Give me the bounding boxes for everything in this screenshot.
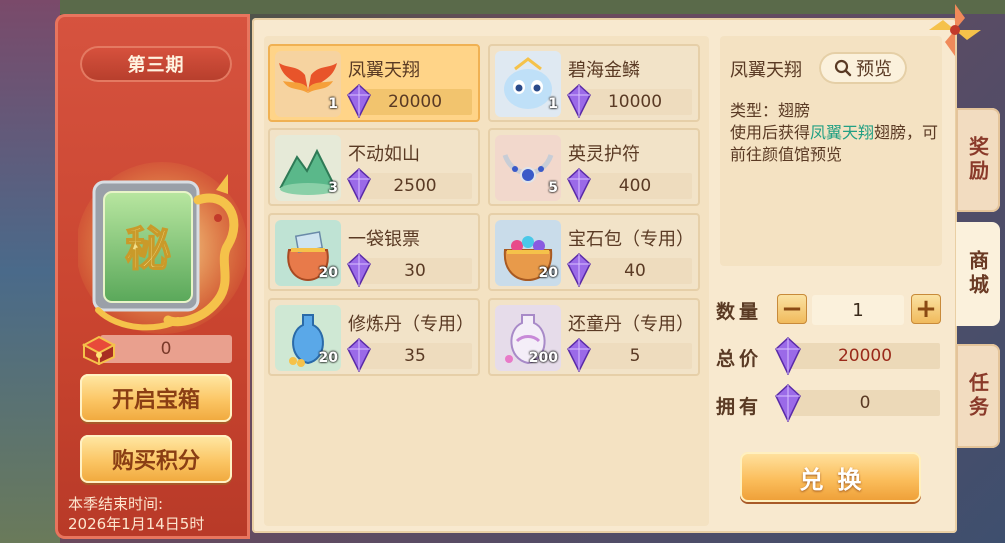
shop-item-jade-mountain[interactable]: 3 不动如山 2500 [268,128,480,206]
item-name: 修炼丹（专用） [348,314,474,335]
points-display: 0 [80,333,232,365]
item-quantity: 20 [318,350,338,366]
item-price: 35 [358,343,472,369]
item-quantity: 20 [538,265,558,281]
item-quantity: 5 [548,180,558,196]
pinwheel-ornament-icon [929,4,981,56]
purple-crystal-icon [775,384,801,422]
svg-text:秘: 秘 [125,222,171,276]
purple-crystal-icon [567,168,591,202]
item-name: 还童丹（专用） [568,314,694,335]
item-price: 40 [578,258,692,284]
buy-points-button[interactable]: 购买积分 [80,435,232,483]
background-top [0,0,1005,14]
shop-item-sea-dragon[interactable]: 1 碧海金鳞 10000 [488,44,700,122]
item-quantity: 20 [318,265,338,281]
item-price: 5 [578,343,692,369]
treasure-chest-icon [81,335,117,365]
item-price: 400 [578,173,692,199]
tab-shop[interactable]: 商城 [956,222,1000,326]
item-quantity: 1 [328,96,338,112]
exchange-button[interactable]: 兑换 [740,452,921,502]
magnifier-icon [834,59,852,77]
quantity-label: 数量 [716,301,763,323]
purple-crystal-icon [347,168,371,202]
preview-label: 预览 [856,59,892,80]
shop-item-rejuvenation-pill[interactable]: 200 还童丹（专用） 5 [488,298,700,376]
detail-type: 类型：翅膀 [730,101,811,120]
season-end-label: 本季结束时间: [68,495,164,513]
season-end-date: 2026年1月14日5时 [68,515,205,533]
total-price-value: 20000 [790,343,940,369]
season-end-info: 本季结束时间: 2026年1月14日5时 [68,494,204,534]
item-price: 10000 [578,89,692,115]
purple-crystal-icon [775,337,801,375]
purple-crystal-icon [567,84,591,118]
item-name: 碧海金鳞 [568,60,640,81]
owned-value: 0 [790,390,940,416]
shop-item-phoenix-wings[interactable]: 1 凤翼天翔 20000 [268,44,480,122]
detail-usage: 使用后获得凤翼天翔翅膀，可前往颜值馆预览 [730,123,939,164]
total-price-label: 总价 [716,348,763,370]
tab-rewards[interactable]: 奖励 [956,108,1000,212]
detail-title: 凤翼天翔 [730,60,802,81]
secret-book-icon: 秘 [78,162,246,334]
detail-description: 类型：翅膀 使用后获得凤翼天翔翅膀，可前往颜值馆预览 [730,100,940,166]
item-price: 20000 [358,89,472,115]
item-price: 2500 [358,173,472,199]
quantity-input[interactable]: 1 [812,295,904,325]
shop-item-silver-notes[interactable]: 20 一袋银票 30 [268,213,480,291]
detail-highlight: 凤翼天翔 [810,123,875,142]
purple-crystal-icon [347,253,371,287]
background-game-scene [0,0,60,543]
purple-crystal-icon [567,253,591,287]
points-value: 0 [100,335,232,363]
item-name: 英灵护符 [568,144,640,165]
open-chest-button[interactable]: 开启宝箱 [80,374,232,422]
purple-crystal-icon [347,338,371,372]
tab-tasks[interactable]: 任务 [956,344,1000,448]
item-name: 凤翼天翔 [348,60,420,81]
item-quantity: 1 [548,96,558,112]
purple-crystal-icon [347,84,371,118]
season-label: 第三期 [80,46,232,82]
item-name: 一袋银票 [348,229,420,250]
purple-crystal-icon [567,338,591,372]
shop-item-spirit-amulet[interactable]: 5 英灵护符 400 [488,128,700,206]
shop-item-cultivation-pill[interactable]: 20 修炼丹（专用） 35 [268,298,480,376]
quantity-plus-button[interactable]: + [911,294,941,324]
owned-label: 拥有 [716,396,763,418]
quantity-minus-button[interactable]: − [777,294,807,324]
preview-button[interactable]: 预览 [819,52,907,84]
item-name: 不动如山 [348,144,420,165]
item-quantity: 200 [528,350,558,366]
item-price: 30 [358,258,472,284]
shop-item-gem-bag[interactable]: 20 宝石包（专用） 40 [488,213,700,291]
item-quantity: 3 [328,180,338,196]
item-name: 宝石包（专用） [568,229,694,250]
